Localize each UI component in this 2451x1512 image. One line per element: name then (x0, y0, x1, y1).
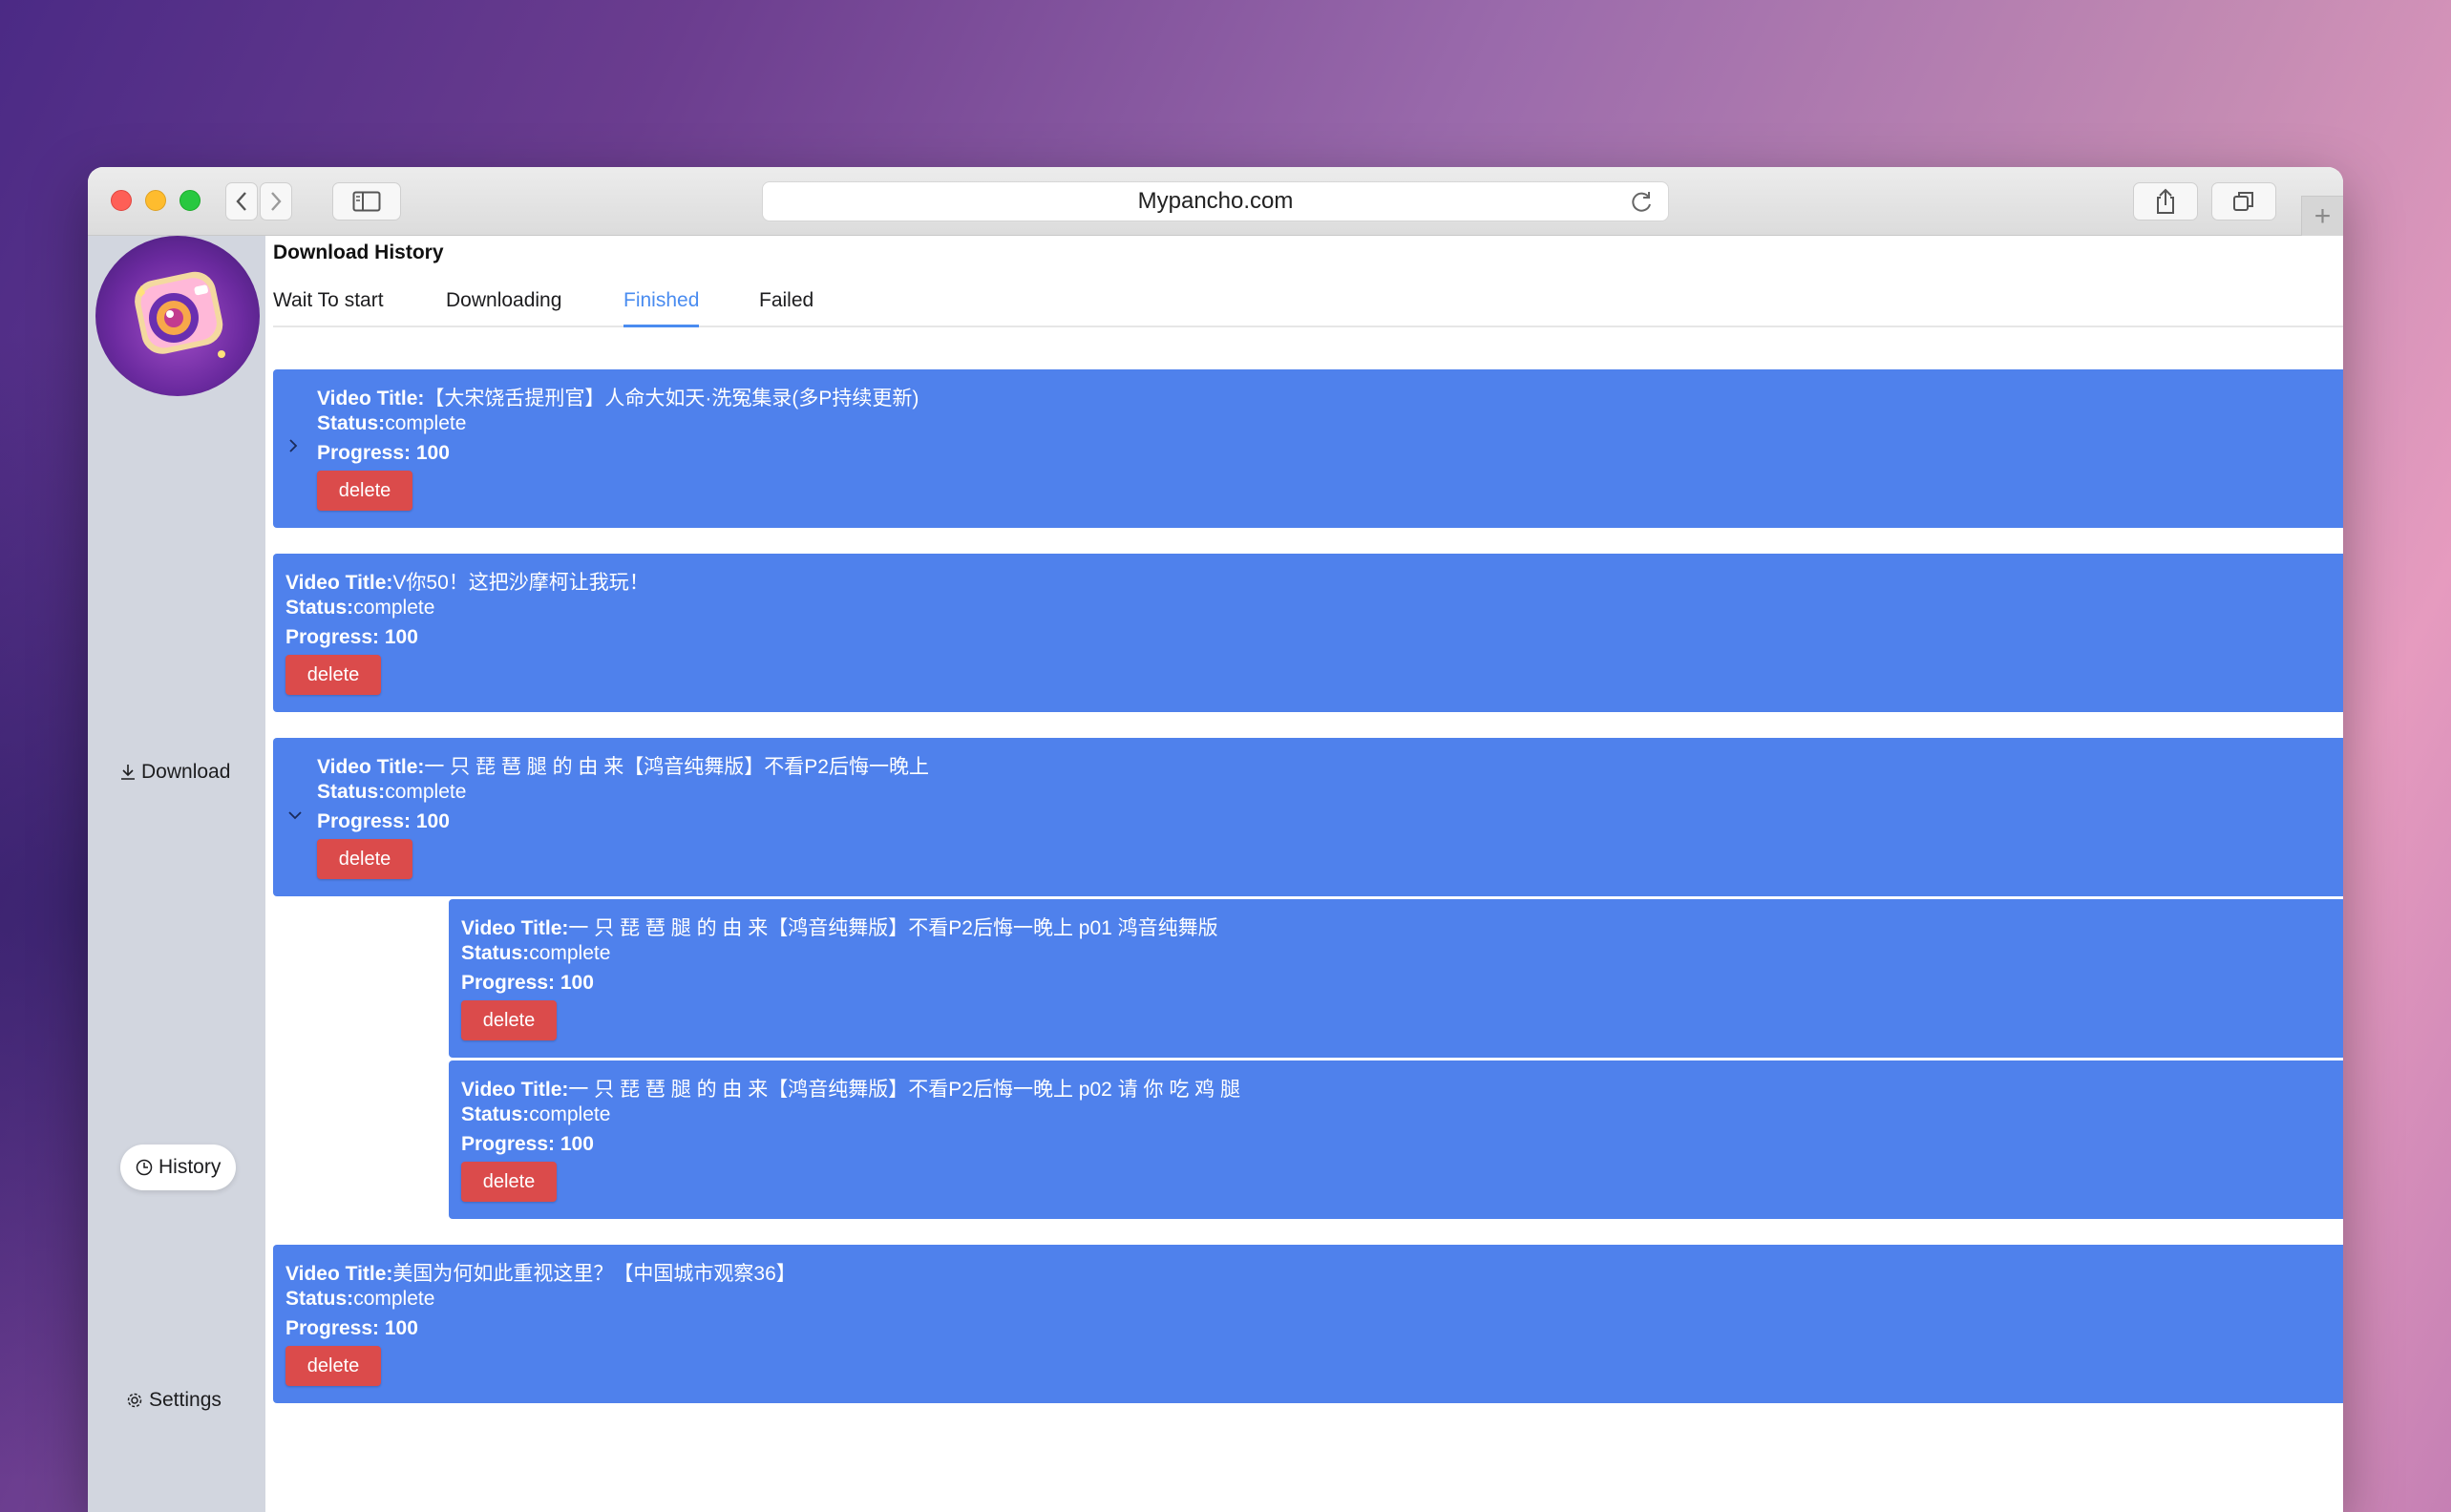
record-progress: Progress: 100 (461, 1133, 594, 1155)
title-value: 一 只 琵 琶 腿 的 由 来【鸿音纯舞版】不看P2后悔一晚上 p02 请 你 … (568, 1079, 1240, 1101)
title-label: Video Title: (317, 388, 425, 410)
delete-button[interactable]: delete (461, 1162, 557, 1202)
status-value: complete (529, 942, 611, 964)
title-value: 一 只 琵 琶 腿 的 由 来【鸿音纯舞版】不看P2后悔一晚上 (424, 756, 929, 778)
tab-downloading[interactable]: Downloading (446, 289, 561, 327)
title-label: Video Title: (317, 756, 425, 778)
zoom-window-button[interactable] (180, 190, 201, 211)
tabs-overview-button[interactable] (2211, 182, 2276, 220)
nav-download-label: Download (141, 761, 231, 783)
share-button[interactable] (2133, 182, 2198, 220)
record-progress: Progress: 100 (461, 972, 594, 994)
record-progress: Progress: 100 (317, 442, 450, 464)
record-progress: Progress: 100 (317, 810, 450, 832)
record-title: Video Title:一 只 琵 琶 腿 的 由 来【鸿音纯舞版】不看P2后悔… (461, 913, 1218, 941)
app-logo (95, 236, 260, 396)
history-record: Video Title:V你50！这把沙摩柯让我玩！ Status:comple… (273, 554, 2343, 712)
record-title: Video Title:【大宋饶舌提刑官】人命大如天·洗冤集录(多P持续更新) (317, 383, 919, 411)
status-value: complete (353, 597, 435, 619)
back-button[interactable] (225, 182, 258, 220)
title-label: Video Title: (285, 1263, 393, 1285)
chevron-left-icon (236, 192, 246, 211)
tabs-icon (2233, 192, 2253, 211)
sidebar: Download History Settings (88, 236, 265, 1512)
tab-failed[interactable]: Failed (759, 289, 813, 327)
tab-wait-to-start[interactable]: Wait To start (273, 289, 384, 327)
status-label: Status: (461, 942, 530, 964)
record-title: Video Title:一 只 琵 琶 腿 的 由 来【鸿音纯舞版】不看P2后悔… (461, 1074, 1240, 1102)
history-record: Video Title:【大宋饶舌提刑官】人命大如天·洗冤集录(多P持续更新) … (273, 369, 2343, 528)
status-value: complete (385, 412, 467, 434)
status-tabs: Wait To start Downloading Finished Faile… (273, 289, 2343, 327)
status-label: Status: (285, 597, 354, 619)
share-icon (2157, 188, 2174, 214)
reload-icon[interactable] (1630, 190, 1655, 215)
record-status: Status:complete (317, 412, 466, 435)
record-status: Status:complete (461, 1103, 610, 1126)
gear-icon (127, 1393, 142, 1408)
download-icon (121, 765, 135, 780)
record-title: Video Title:V你50！这把沙摩柯让我玩！ (285, 567, 649, 596)
history-record: Video Title:一 只 琵 琶 腿 的 由 来【鸿音纯舞版】不看P2后悔… (273, 738, 2343, 896)
main-content: Download History Wait To start Downloadi… (265, 236, 2343, 1512)
record-title: Video Title:一 只 琵 琶 腿 的 由 来【鸿音纯舞版】不看P2后悔… (317, 751, 929, 780)
title-label: Video Title: (461, 1079, 569, 1101)
title-value: 美国为何如此重视这里？【中国城市观察36】 (392, 1263, 796, 1285)
delete-button[interactable]: delete (285, 655, 381, 695)
address-bar[interactable]: Mypancho.com (762, 181, 1669, 221)
chevron-right-icon (271, 192, 282, 211)
nav-settings[interactable]: Settings (126, 1389, 222, 1412)
forward-button[interactable] (260, 182, 292, 220)
history-sub-record: Video Title:一 只 琵 琶 腿 的 由 来【鸿音纯舞版】不看P2后悔… (449, 1060, 2343, 1219)
status-value: complete (529, 1103, 611, 1125)
chevron-right-icon[interactable] (286, 436, 300, 455)
status-label: Status: (317, 412, 386, 434)
sidebar-toggle-button[interactable] (332, 182, 401, 220)
plus-icon: + (2314, 200, 2332, 232)
title-value: V你50！这把沙摩柯让我玩！ (392, 572, 649, 594)
record-status: Status:complete (285, 1288, 434, 1311)
title-bar: Mypancho.com + (88, 167, 2343, 236)
title-label: Video Title: (461, 917, 569, 939)
record-status: Status:complete (317, 781, 466, 804)
title-label: Video Title: (285, 572, 393, 594)
record-status: Status:complete (285, 597, 434, 620)
delete-button[interactable]: delete (317, 471, 412, 511)
delete-button[interactable]: delete (461, 1000, 557, 1040)
status-value: complete (353, 1288, 435, 1310)
close-window-button[interactable] (111, 190, 132, 211)
url-text: Mypancho.com (1137, 188, 1294, 214)
history-sub-record: Video Title:一 只 琵 琶 腿 的 由 来【鸿音纯舞版】不看P2后悔… (449, 899, 2343, 1058)
record-progress: Progress: 100 (285, 1317, 418, 1339)
clock-icon (136, 1159, 153, 1176)
record-progress: Progress: 100 (285, 626, 418, 648)
sidebar-icon (352, 191, 381, 212)
browser-window: Mypancho.com + Download History Settings… (88, 167, 2343, 1512)
title-value: 一 只 琵 琶 腿 的 由 来【鸿音纯舞版】不看P2后悔一晚上 p01 鸿音纯舞… (568, 917, 1218, 939)
new-tab-button[interactable]: + (2301, 196, 2343, 236)
nav-history-label: History (158, 1156, 222, 1178)
delete-button[interactable]: delete (317, 839, 412, 879)
status-label: Status: (461, 1103, 530, 1125)
history-record: Video Title:美国为何如此重视这里？【中国城市观察36】 Status… (273, 1245, 2343, 1403)
record-title: Video Title:美国为何如此重视这里？【中国城市观察36】 (285, 1258, 796, 1287)
page-title: Download History (273, 242, 444, 263)
status-value: complete (385, 781, 467, 803)
record-status: Status:complete (461, 942, 610, 965)
nav-settings-label: Settings (149, 1389, 222, 1411)
tab-finished[interactable]: Finished (623, 289, 700, 327)
delete-button[interactable]: delete (285, 1346, 381, 1386)
nav-history[interactable]: History (120, 1144, 237, 1190)
title-value: 【大宋饶舌提刑官】人命大如天·洗冤集录(多P持续更新) (424, 388, 919, 410)
status-label: Status: (317, 781, 386, 803)
chevron-down-icon[interactable] (286, 808, 304, 822)
minimize-window-button[interactable] (145, 190, 166, 211)
nav-download[interactable]: Download (120, 761, 230, 784)
status-label: Status: (285, 1288, 354, 1310)
